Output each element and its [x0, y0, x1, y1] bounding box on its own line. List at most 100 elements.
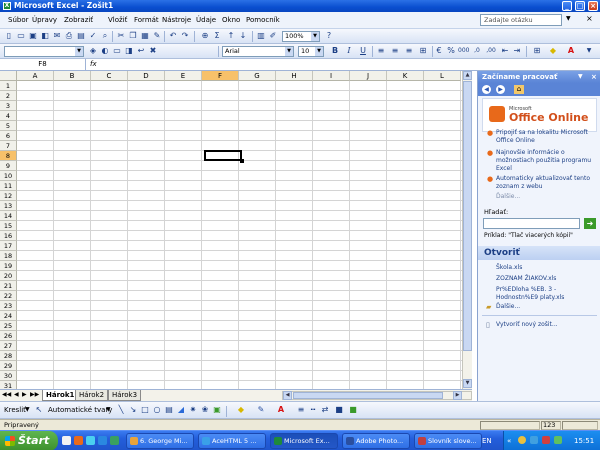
- format-painter-icon[interactable]: ✎: [152, 31, 162, 41]
- taskbar-button[interactable]: Adobe Photo...: [342, 433, 410, 449]
- font-name-combo[interactable]: Arial ▼: [222, 46, 294, 57]
- font-size-combo[interactable]: 10 ▼: [298, 46, 324, 57]
- shadow-icon[interactable]: ■: [334, 405, 344, 415]
- next-sheet-icon[interactable]: ▶: [22, 391, 27, 398]
- sort-ascending-icon[interactable]: ↑: [226, 31, 236, 41]
- taskbar-button[interactable]: Microsoft Ex...: [270, 433, 338, 449]
- borders-icon[interactable]: ⊞: [532, 46, 542, 56]
- row-header[interactable]: 24: [0, 311, 17, 321]
- font-color-icon[interactable]: A: [566, 46, 576, 56]
- link-auto-update[interactable]: Automaticky aktualizovať tento zoznam z …: [496, 175, 596, 191]
- row-header[interactable]: 14: [0, 211, 17, 221]
- column-header[interactable]: I: [313, 71, 350, 81]
- column-header[interactable]: H: [276, 71, 313, 81]
- row-header[interactable]: 19: [0, 261, 17, 271]
- delete-comment-icon[interactable]: ✖: [148, 46, 158, 56]
- row-header[interactable]: 21: [0, 281, 17, 291]
- arrow-icon[interactable]: ↘: [128, 405, 138, 415]
- link-more-top[interactable]: Ďalšie...: [496, 193, 596, 201]
- tray-expand-icon[interactable]: «: [507, 437, 511, 445]
- line-icon[interactable]: ╲: [116, 405, 126, 415]
- save-icon[interactable]: ▣: [28, 31, 38, 41]
- arrow-style-icon[interactable]: ⇄: [320, 405, 330, 415]
- open-icon[interactable]: ▭: [16, 31, 26, 41]
- comment-icon[interactable]: ▭: [112, 46, 122, 56]
- merge-center-icon[interactable]: ⊞: [418, 46, 428, 56]
- align-right-icon[interactable]: ≡: [404, 46, 414, 56]
- draw-dropdown-icon[interactable]: ▼: [25, 406, 30, 413]
- task-pane-search-input[interactable]: [483, 218, 580, 229]
- row-header[interactable]: 6: [0, 131, 17, 141]
- column-header[interactable]: F: [202, 71, 239, 81]
- spelling-icon[interactable]: ✓: [88, 31, 98, 41]
- decrease-indent-icon[interactable]: ⇤: [500, 46, 510, 56]
- maximize-button[interactable]: □: [575, 1, 585, 11]
- row-header[interactable]: 9: [0, 161, 17, 171]
- name-box[interactable]: F8: [0, 59, 86, 70]
- task-pane-close-icon[interactable]: ×: [591, 71, 597, 83]
- review-icon[interactable]: ◐: [100, 46, 110, 56]
- tray-icon[interactable]: [530, 436, 538, 444]
- quick-launch-icon[interactable]: [62, 436, 71, 445]
- column-header[interactable]: L: [424, 71, 461, 81]
- scroll-right-icon[interactable]: ▶: [453, 391, 462, 400]
- back-icon[interactable]: ◀: [482, 85, 491, 94]
- prev-sheet-icon[interactable]: ◀: [14, 391, 19, 398]
- column-header[interactable]: A: [17, 71, 54, 81]
- row-header[interactable]: 26: [0, 331, 17, 341]
- row-header[interactable]: 25: [0, 321, 17, 331]
- rectangle-icon[interactable]: □: [140, 405, 150, 415]
- percent-icon[interactable]: %: [446, 46, 456, 56]
- sort-descending-icon[interactable]: ↓: [238, 31, 248, 41]
- help-icon[interactable]: ?: [324, 31, 334, 41]
- paste-icon[interactable]: ▦: [140, 31, 150, 41]
- comma-style-icon[interactable]: 000: [458, 46, 469, 56]
- column-header[interactable]: C: [91, 71, 128, 81]
- recent-file-3[interactable]: Pr%EDloha %EB. 3 - Hodnostn%E9 platy.xls: [496, 286, 596, 302]
- sheet-tab-3[interactable]: Hárok3: [108, 390, 142, 401]
- style-combo[interactable]: ▼: [4, 46, 84, 57]
- research-icon[interactable]: ⌕: [100, 31, 110, 41]
- column-header[interactable]: K: [387, 71, 424, 81]
- clipart-icon[interactable]: ❀: [200, 405, 210, 415]
- autoshapes-menu[interactable]: Automatické tvary: [48, 406, 112, 414]
- fill-color-draw-icon[interactable]: ◆: [236, 405, 246, 415]
- row-header[interactable]: 7: [0, 141, 17, 151]
- cut-icon[interactable]: ✂: [116, 31, 126, 41]
- reply-icon[interactable]: ↩: [136, 46, 146, 56]
- close-workbook-icon[interactable]: ×: [586, 14, 593, 23]
- taskbar-button[interactable]: Slovník slove...: [414, 433, 482, 449]
- permission-icon[interactable]: ◧: [40, 31, 50, 41]
- tray-icon[interactable]: [518, 436, 526, 444]
- quick-launch-icon[interactable]: [110, 436, 119, 445]
- last-sheet-icon[interactable]: ▶▶: [30, 391, 39, 398]
- menu-window[interactable]: Okno: [222, 16, 240, 24]
- vertical-scroll-thumb[interactable]: [463, 81, 472, 351]
- row-header[interactable]: 23: [0, 301, 17, 311]
- align-center-icon[interactable]: ≡: [390, 46, 400, 56]
- horizontal-scrollbar[interactable]: ◀ ▶: [282, 391, 472, 400]
- row-header[interactable]: 22: [0, 291, 17, 301]
- print-icon[interactable]: ⎙: [64, 31, 74, 41]
- search-go-button[interactable]: ➜: [584, 218, 596, 229]
- copy-icon[interactable]: ❐: [128, 31, 138, 41]
- style-dropdown-icon[interactable]: ▼: [75, 47, 83, 56]
- scroll-down-icon[interactable]: ▼: [463, 379, 472, 388]
- print-preview-icon[interactable]: ▤: [76, 31, 86, 41]
- row-header[interactable]: 15: [0, 221, 17, 231]
- row-header[interactable]: 10: [0, 171, 17, 181]
- textbox-icon[interactable]: ▤: [164, 405, 174, 415]
- row-header[interactable]: 28: [0, 351, 17, 361]
- close-button[interactable]: ×: [588, 1, 598, 11]
- chart-wizard-icon[interactable]: ▥: [256, 31, 266, 41]
- fill-color-icon[interactable]: ◆: [548, 46, 558, 56]
- increase-indent-icon[interactable]: ⇥: [512, 46, 522, 56]
- row-header[interactable]: 4: [0, 111, 17, 121]
- minimize-button[interactable]: _: [562, 1, 572, 11]
- menu-edit[interactable]: Úpravy: [32, 16, 57, 24]
- row-header[interactable]: 30: [0, 371, 17, 381]
- column-header[interactable]: B: [54, 71, 91, 81]
- row-header[interactable]: 13: [0, 201, 17, 211]
- protect-icon[interactable]: ◈: [88, 46, 98, 56]
- menu-file[interactable]: Súbor: [8, 16, 28, 24]
